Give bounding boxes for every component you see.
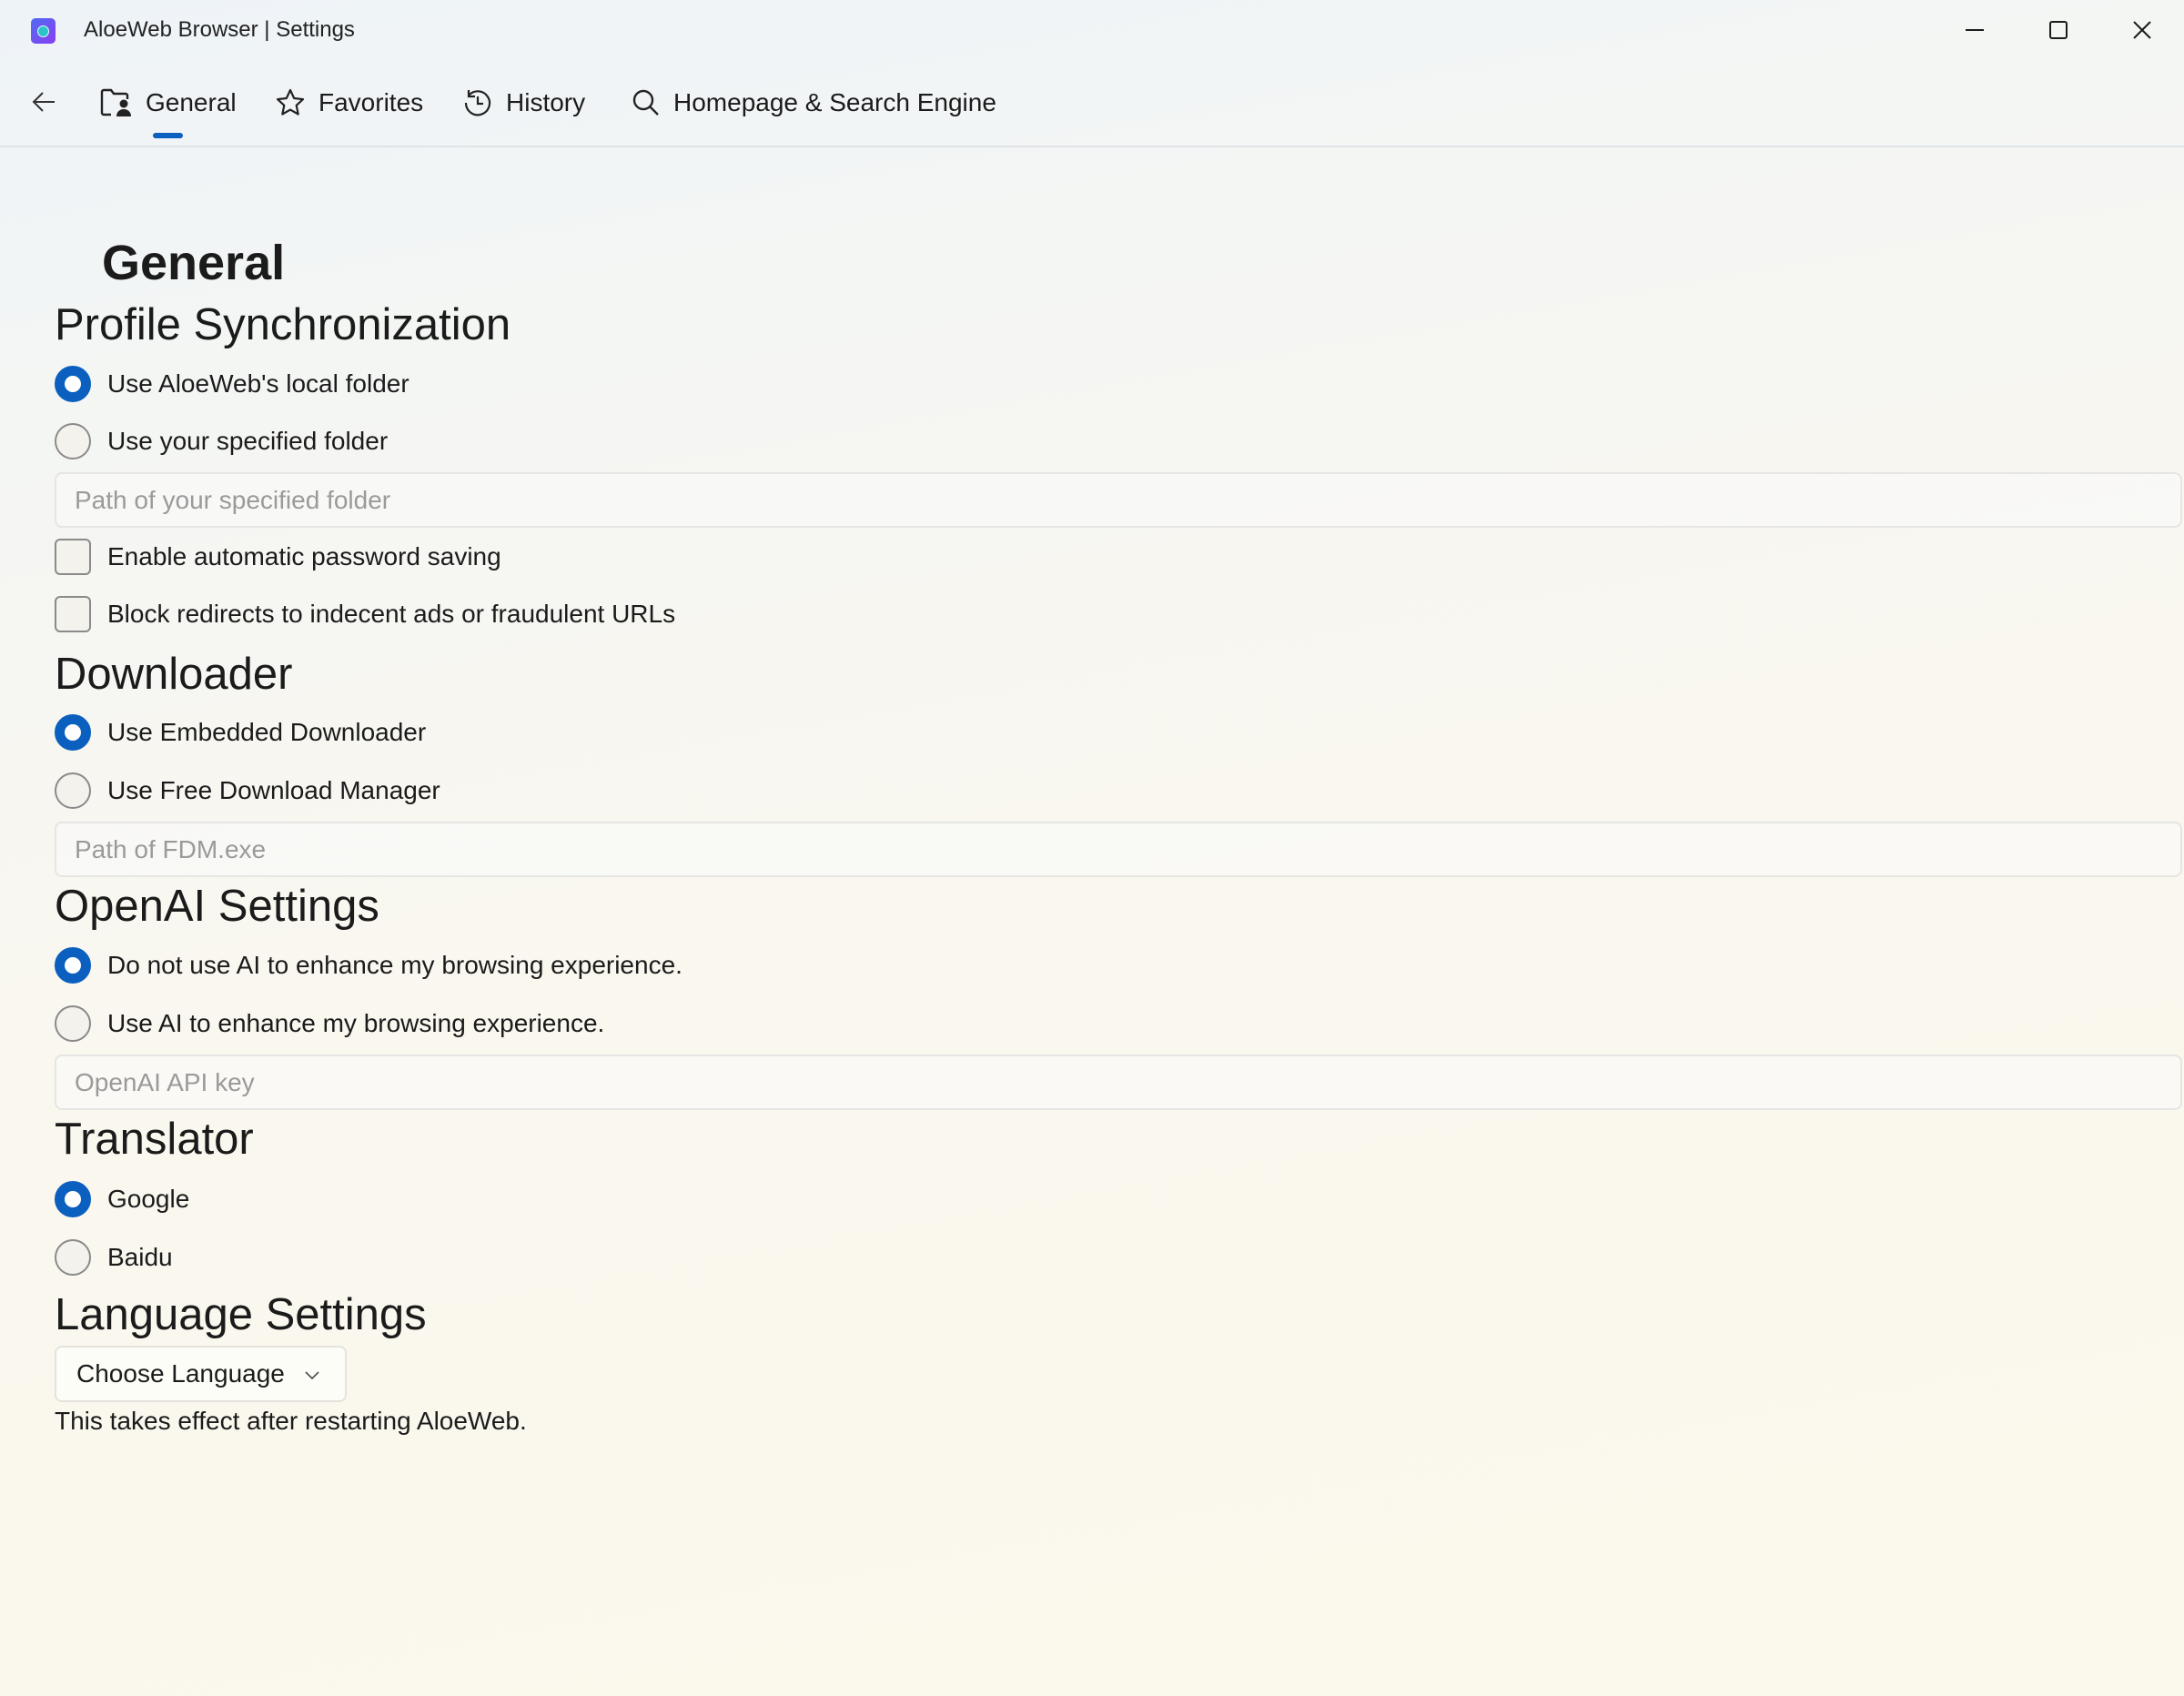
maximize-button[interactable]: [2031, 9, 2086, 51]
chevron-down-icon: [305, 1371, 319, 1380]
radio-label: Use Free Download Manager: [107, 776, 440, 804]
close-button[interactable]: [2115, 9, 2169, 51]
back-arrow-icon: [32, 92, 55, 112]
tab-homepage-search-engine[interactable]: Homepage & Search Engine: [632, 82, 996, 124]
radio-button-selected[interactable]: [55, 714, 91, 751]
checkbox-label: Enable automatic password saving: [107, 542, 501, 570]
radio-embedded-downloader[interactable]: Use Embedded Downloader: [55, 714, 426, 751]
search-icon: [632, 89, 659, 116]
checkbox-password-saving[interactable]: Enable automatic password saving: [55, 539, 501, 575]
back-button[interactable]: [25, 84, 62, 120]
minimize-icon: [1966, 29, 1984, 31]
close-icon: [2133, 21, 2151, 39]
star-icon: [276, 88, 305, 116]
maximize-icon: [2049, 21, 2068, 39]
minimize-button[interactable]: [1947, 9, 2002, 51]
radio-no-ai[interactable]: Do not use AI to enhance my browsing exp…: [55, 947, 682, 984]
radio-free-download-manager[interactable]: Use Free Download Manager: [55, 772, 440, 809]
checkbox-label: Block redirects to indecent ads or fraud…: [107, 600, 676, 628]
radio-specified-folder[interactable]: Use your specified folder: [55, 423, 388, 459]
dropdown-label: Choose Language: [76, 1359, 285, 1388]
radio-baidu[interactable]: Baidu: [55, 1239, 173, 1276]
checkbox-block-redirects[interactable]: Block redirects to indecent ads or fraud…: [55, 596, 675, 632]
radio-aloeweb-local-folder[interactable]: Use AloeWeb's local folder: [55, 366, 410, 402]
tab-general-label: General: [146, 88, 237, 116]
fdm-path-input[interactable]: [55, 822, 2182, 877]
tab-history[interactable]: History: [462, 82, 585, 124]
tab-history-label: History: [506, 88, 586, 116]
active-tab-indicator: [153, 133, 183, 138]
translator-heading: Translator: [55, 1115, 254, 1164]
tab-homepage-label: Homepage & Search Engine: [673, 88, 996, 116]
tab-favorites[interactable]: Favorites: [275, 82, 423, 124]
radio-button[interactable]: [55, 1005, 91, 1042]
downloader-heading: Downloader: [55, 650, 293, 699]
openai-api-key-input[interactable]: [55, 1055, 2182, 1110]
radio-button[interactable]: [55, 423, 91, 459]
page-title: General: [102, 236, 286, 290]
tab-general[interactable]: General: [100, 82, 237, 124]
profile-sync-heading: Profile Synchronization: [55, 300, 511, 349]
radio-label: Do not use AI to enhance my browsing exp…: [107, 951, 682, 979]
radio-label: Use your specified folder: [107, 427, 389, 455]
folder-person-icon: [100, 88, 131, 116]
checkbox[interactable]: [55, 596, 91, 632]
openai-settings-heading: OpenAI Settings: [55, 882, 379, 931]
radio-label: Google: [107, 1185, 190, 1213]
tab-favorites-label: Favorites: [318, 88, 424, 116]
radio-label: Use AloeWeb's local folder: [107, 369, 410, 398]
language-settings-heading: Language Settings: [55, 1290, 427, 1339]
language-restart-note: This takes effect after restarting AloeW…: [55, 1407, 527, 1435]
choose-language-dropdown[interactable]: Choose Language: [55, 1346, 347, 1402]
specified-folder-path-input[interactable]: [55, 472, 2182, 528]
radio-label: Use Embedded Downloader: [107, 718, 427, 746]
settings-nav: General Favorites History Homepage & Sea…: [0, 62, 2184, 147]
radio-label: Use AI to enhance my browsing experience…: [107, 1009, 605, 1037]
radio-google[interactable]: Google: [55, 1181, 189, 1217]
radio-button[interactable]: [55, 772, 91, 809]
radio-use-ai[interactable]: Use AI to enhance my browsing experience…: [55, 1005, 604, 1042]
checkbox[interactable]: [55, 539, 91, 575]
title-bar: AloeWeb Browser | Settings: [0, 0, 2184, 62]
history-clock-icon: [464, 90, 491, 116]
radio-button-selected[interactable]: [55, 366, 91, 402]
radio-button[interactable]: [55, 1239, 91, 1276]
aloeweb-globe-icon: [31, 18, 56, 44]
radio-button-selected[interactable]: [55, 1181, 91, 1217]
window-title: AloeWeb Browser | Settings: [84, 17, 355, 42]
radio-label: Baidu: [107, 1243, 173, 1271]
radio-button-selected[interactable]: [55, 947, 91, 984]
